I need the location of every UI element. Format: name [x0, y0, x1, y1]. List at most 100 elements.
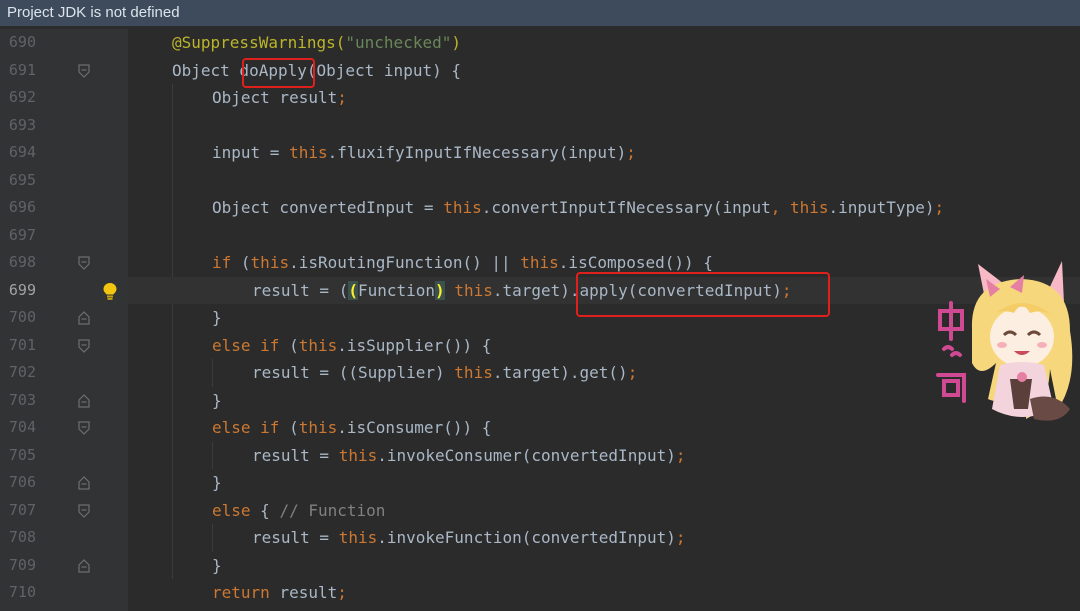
- line-number[interactable]: 694: [0, 139, 36, 167]
- line-number[interactable]: 709: [0, 552, 36, 580]
- code-line[interactable]: 697: [0, 222, 1080, 250]
- code-line[interactable]: 702 result = ((Supplier) this.target).get…: [0, 359, 1080, 387]
- fold-start-icon[interactable]: [78, 503, 90, 518]
- code-line[interactable]: 710 return result;: [0, 579, 1080, 607]
- code-token: result: [279, 583, 338, 602]
- code-line[interactable]: 707 else { // Function: [0, 497, 1080, 525]
- code-editor[interactable]: 690 @SuppressWarnings("unchecked") 691 Obje…: [0, 29, 1080, 611]
- line-number[interactable]: 697: [0, 222, 36, 250]
- code-token: this: [789, 198, 829, 217]
- fold-start-icon[interactable]: [78, 63, 90, 78]
- code-token: this: [454, 280, 493, 300]
- code-text: }: [212, 304, 222, 332]
- fold-end-icon[interactable]: [78, 311, 90, 325]
- code-line[interactable]: 705 result = this.invokeConsumer(converte…: [0, 442, 1080, 470]
- fold-start-icon[interactable]: [78, 256, 90, 270]
- code-token: return: [212, 583, 280, 602]
- code-text: Object result;: [212, 84, 347, 112]
- code-token: ;: [934, 198, 945, 217]
- fold-end-icon[interactable]: [78, 476, 90, 490]
- code-line[interactable]: 700}: [0, 304, 1080, 332]
- code-token: .convertInputIfNecessary(input: [481, 198, 771, 217]
- code-token: (: [289, 335, 299, 355]
- code-text: else if (this.isConsumer()) {: [212, 414, 491, 442]
- code-token: .isComposed()) {: [558, 253, 713, 272]
- code-token: this: [338, 445, 378, 465]
- code-line[interactable]: 704 else if (this.isConsumer()) {: [0, 414, 1080, 442]
- line-number[interactable]: 695: [0, 167, 36, 195]
- fold-end-icon[interactable]: [78, 393, 90, 408]
- line-number[interactable]: 707: [0, 497, 36, 525]
- code-text: result = this.invokeFunction(convertedIn…: [252, 524, 686, 552]
- code-token: result =: [252, 445, 339, 465]
- code-token: .isRoutingFunction() ||: [289, 253, 521, 272]
- code-text: return result;: [212, 579, 347, 607]
- line-number[interactable]: 701: [0, 332, 36, 360]
- line-number[interactable]: 705: [0, 442, 36, 470]
- code-token: }: [212, 390, 222, 410]
- line-number[interactable]: 690: [0, 29, 36, 57]
- code-token: this: [298, 418, 338, 437]
- code-line[interactable]: 691 Object doApply(Object input) {: [0, 57, 1080, 85]
- fold-start-icon[interactable]: [78, 338, 90, 353]
- code-text: else { // Function: [212, 497, 385, 525]
- banner-text: Project JDK is not defined: [7, 4, 180, 21]
- code-token: .isConsumer()) {: [337, 418, 492, 437]
- code-token: result = ((Supplier): [252, 363, 455, 382]
- code-line[interactable]: 696 Object convertedInput = this .convertI…: [0, 194, 1080, 222]
- code-line[interactable]: 699 result = ((Function) this.target).app…: [0, 276, 1080, 305]
- line-number[interactable]: 698: [0, 249, 36, 277]
- code-token: ;: [627, 363, 638, 382]
- code-line[interactable]: 706}: [0, 469, 1080, 497]
- lightbulb-icon[interactable]: [101, 281, 119, 301]
- code-token: // Function: [279, 500, 386, 520]
- code-line[interactable]: 692 Object result;: [0, 84, 1080, 112]
- code-token: ;: [675, 445, 686, 465]
- code-token: input =: [212, 143, 290, 162]
- line-number[interactable]: 693: [0, 112, 36, 140]
- code-token: Object convertedInput =: [212, 198, 444, 217]
- code-token: ;: [675, 528, 686, 547]
- line-number[interactable]: 704: [0, 414, 36, 442]
- code-token: result = (: [252, 280, 349, 300]
- code-line[interactable]: 693: [0, 112, 1080, 140]
- code-line[interactable]: 709}: [0, 552, 1080, 580]
- code-line[interactable]: 690 @SuppressWarnings("unchecked"): [0, 29, 1080, 57]
- code-token: .isSupplier()) {: [337, 335, 492, 355]
- fold-start-icon[interactable]: [78, 421, 90, 435]
- code-line[interactable]: 701 else if (this.isSupplier()) {: [0, 332, 1080, 360]
- code-text: @SuppressWarnings("unchecked"): [172, 29, 461, 57]
- code-text: }: [212, 387, 222, 415]
- line-number[interactable]: 696: [0, 194, 36, 222]
- code-token: }: [212, 555, 222, 575]
- line-number[interactable]: 692: [0, 84, 36, 112]
- code-token: if: [212, 253, 241, 272]
- code-line[interactable]: 698 if (this.isRoutingFunction() || this.…: [0, 249, 1080, 277]
- line-number[interactable]: 700: [0, 304, 36, 332]
- code-token: }: [212, 473, 222, 492]
- line-number[interactable]: 703: [0, 387, 36, 415]
- line-number[interactable]: 702: [0, 359, 36, 387]
- anime-girl-sticker: [930, 259, 1080, 429]
- code-text: else if (this.isSupplier()) {: [212, 332, 491, 360]
- code-token: ): [435, 280, 445, 300]
- code-token: .invokeFunction(convertedInput): [377, 528, 676, 547]
- fold-end-icon[interactable]: [78, 558, 90, 573]
- line-number[interactable]: 708: [0, 524, 36, 552]
- code-line[interactable]: 708 result = this.invokeFunction(converte…: [0, 524, 1080, 552]
- code-text: result = ((Supplier) this.target).get();: [252, 359, 637, 387]
- code-token: "unchecked": [345, 33, 452, 52]
- code-line[interactable]: 695: [0, 167, 1080, 195]
- jdk-warning-banner[interactable]: Project JDK is not defined: [0, 0, 1080, 26]
- code-text: Object convertedInput = this .convertInpu…: [212, 194, 944, 222]
- line-number[interactable]: 706: [0, 469, 36, 497]
- line-number[interactable]: 691: [0, 57, 36, 85]
- highlight-box-doApply: [242, 58, 315, 88]
- code-token: @SuppressWarnings(: [172, 33, 346, 52]
- code-text: }: [212, 552, 222, 580]
- code-line[interactable]: 703}: [0, 387, 1080, 415]
- line-number[interactable]: 710: [0, 579, 36, 607]
- code-line[interactable]: 694 input = this.fluxifyInputIfNecessary(…: [0, 139, 1080, 167]
- code-token: else if: [212, 335, 290, 355]
- line-number[interactable]: 699: [0, 277, 36, 305]
